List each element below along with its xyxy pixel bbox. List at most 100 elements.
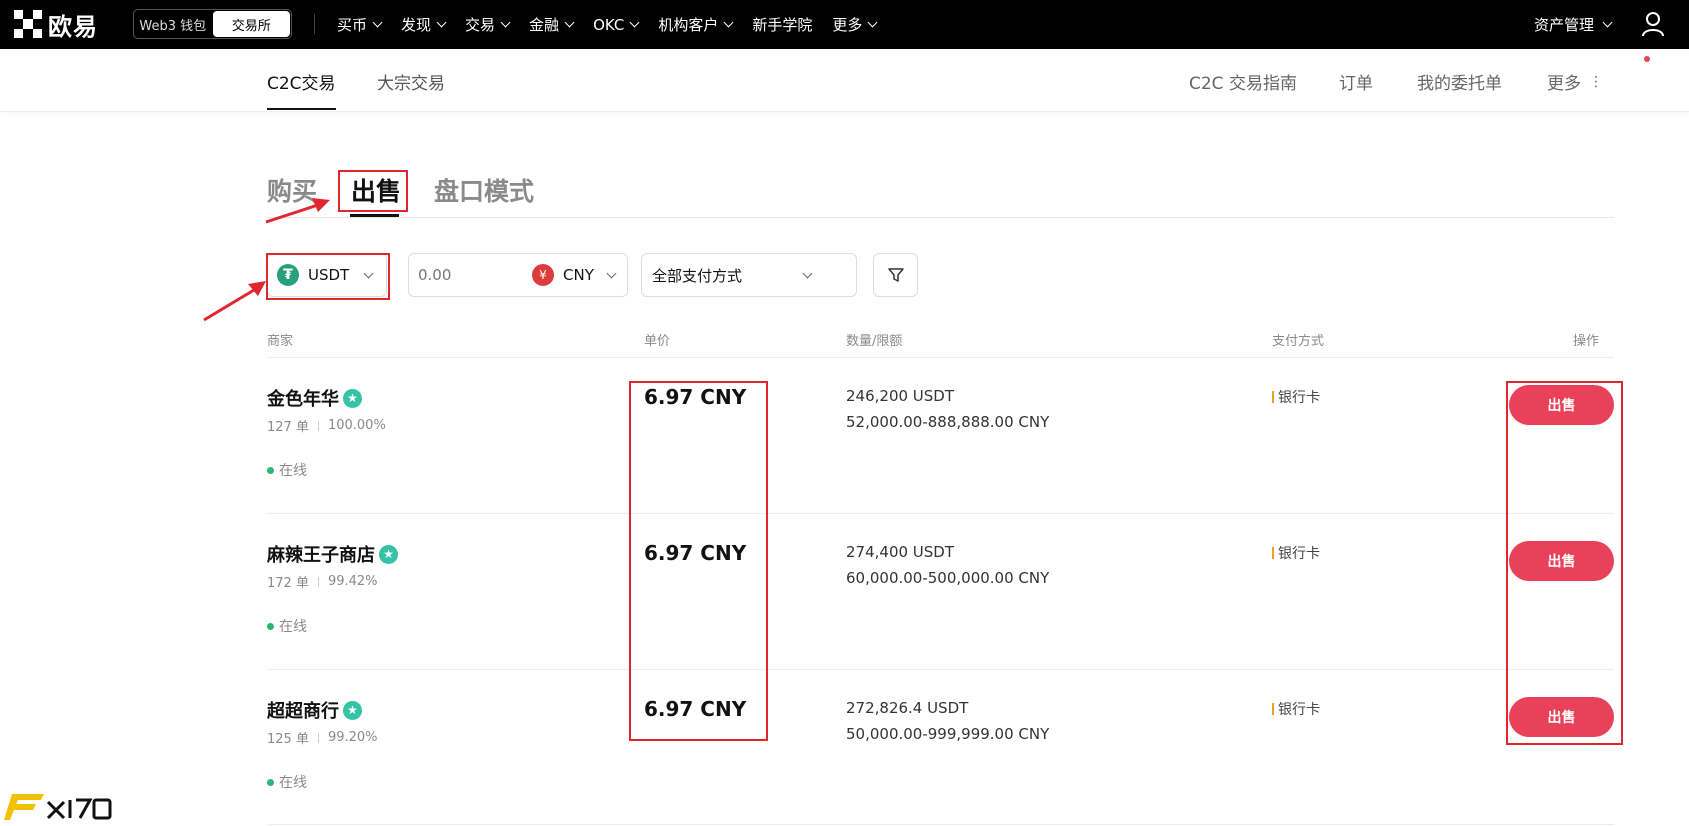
merchant-stats: 127 单 100.00% [267, 416, 386, 435]
annotation-arrow-icon [203, 281, 266, 322]
online-status: 在线 [267, 772, 307, 792]
chevron-down-icon [723, 17, 734, 28]
bank-card-marker-icon [1272, 703, 1274, 715]
chevron-down-icon [867, 17, 878, 28]
merchant-name[interactable]: 金色年华 ★ [267, 385, 362, 411]
nav-finance[interactable]: 金融 [529, 14, 575, 35]
chevron-down-icon [500, 17, 511, 28]
okx-logo[interactable]: 欧易 [14, 10, 98, 41]
completion-rate: 100.00% [327, 418, 386, 433]
bank-card-marker-icon [1272, 391, 1274, 403]
order-limit: 52,000.00-888,888.00 CNY [846, 413, 1050, 431]
row-divider [267, 824, 1614, 825]
fiat-value: CNY [563, 266, 594, 284]
sell-button[interactable]: 出售 [1509, 697, 1614, 737]
web3-wallet-option[interactable]: Web3 钱包 [134, 10, 212, 38]
col-header-merchant: 商家 [267, 334, 294, 349]
chevron-down-icon [436, 17, 447, 28]
bank-card-marker-icon [1272, 547, 1274, 559]
header-divider [267, 357, 1614, 358]
completion-rate: 99.42% [327, 574, 378, 589]
wallet-exchange-switch[interactable]: Web3 钱包 交易所 [133, 9, 292, 39]
merchant-name-label: 金色年华 [267, 389, 339, 410]
more-menu[interactable]: 更多 ⋮ [1547, 69, 1603, 95]
filter-button[interactable] [873, 253, 918, 297]
tab-buy[interactable]: 购买 [267, 172, 317, 208]
my-ads-link[interactable]: 我的委托单 [1417, 69, 1502, 94]
orders-link[interactable]: 订单 [1339, 69, 1373, 94]
more-label: 更多 [1547, 74, 1581, 94]
order-limit: 60,000.00-500,000.00 CNY [846, 569, 1050, 587]
merchant-name-label: 麻辣王子商店 [267, 545, 375, 566]
payment-label: 银行卡 [1278, 390, 1320, 406]
nav-okc[interactable]: OKC [593, 16, 640, 34]
chevron-down-icon [629, 17, 640, 28]
nav-label: 新手学院 [752, 16, 813, 34]
nav-label: 金融 [529, 16, 560, 34]
tab-block-trade[interactable]: 大宗交易 [377, 69, 445, 94]
stats-separator [317, 420, 319, 431]
online-status: 在线 [267, 460, 307, 480]
watermark-logo-icon [4, 794, 112, 820]
verified-star-icon: ★ [343, 700, 362, 720]
col-header-quantity: 数量/限额 [846, 334, 903, 349]
online-dot-icon [267, 622, 274, 630]
asset-management-label: 资产管理 [1534, 16, 1595, 34]
tab-orderbook-mode[interactable]: 盘口模式 [434, 172, 534, 208]
nav-buy-crypto[interactable]: 买币 [337, 14, 383, 35]
asset-management-menu[interactable]: 资产管理 [1534, 0, 1613, 49]
online-dot-icon [267, 778, 274, 786]
nav-label: 机构客户 [658, 16, 719, 34]
fiat-select[interactable]: ¥ CNY [532, 264, 617, 286]
cny-yen-icon: ¥ [532, 264, 554, 286]
chevron-down-icon [363, 268, 374, 278]
sell-button[interactable]: 出售 [1509, 385, 1614, 425]
amount-input[interactable] [418, 266, 518, 284]
c2c-guide-link[interactable]: C2C 交易指南 [1189, 69, 1297, 94]
coin-select[interactable]: ₮ USDT [267, 253, 387, 297]
online-label: 在线 [279, 619, 307, 635]
merchant-name[interactable]: 超超商行 ★ [267, 697, 362, 723]
payment-label: 银行卡 [1278, 702, 1320, 718]
available-quantity: 246,200 USDT [846, 387, 955, 405]
nav-label: 更多 [832, 16, 863, 34]
nav-academy[interactable]: 新手学院 [752, 14, 812, 35]
order-count: 125 单 [267, 732, 309, 747]
col-header-action: 操作 [1573, 334, 1600, 349]
payment-method-value: 全部支付方式 [652, 266, 743, 285]
tab-sell[interactable]: 出售 [351, 172, 401, 208]
col-header-price: 单价 [644, 334, 671, 349]
chevron-down-icon [1602, 17, 1613, 28]
available-quantity: 274,400 USDT [846, 543, 955, 561]
completion-rate: 99.20% [327, 730, 378, 745]
unit-price: 6.97 CNY [644, 541, 747, 565]
nav-label: 发现 [401, 16, 432, 34]
payment-method: 银行卡 [1272, 699, 1320, 719]
verified-star-icon: ★ [343, 388, 362, 408]
payment-method-select[interactable]: 全部支付方式 [641, 253, 857, 297]
chevron-down-icon [606, 268, 617, 278]
col-header-payment: 支付方式 [1272, 334, 1325, 349]
exchange-option[interactable]: 交易所 [212, 11, 290, 37]
chevron-down-icon [802, 268, 813, 278]
tabs-divider [267, 217, 1614, 218]
chevron-down-icon [564, 17, 575, 28]
order-count: 127 单 [267, 420, 309, 435]
tab-c2c-trade[interactable]: C2C交易 [267, 69, 336, 94]
top-navigation-bar: 欧易 Web3 钱包 交易所 买币 发现 交易 金融 OKC 机构客户 新手学院… [0, 0, 1689, 49]
unit-price: 6.97 CNY [644, 697, 747, 721]
payment-method: 银行卡 [1272, 387, 1320, 407]
nav-more[interactable]: 更多 [832, 14, 878, 35]
nav-divider [314, 14, 315, 34]
merchant-name-label: 超超商行 [267, 701, 339, 722]
nav-label: 交易 [465, 16, 496, 34]
nav-trade[interactable]: 交易 [465, 14, 511, 35]
nav-discover[interactable]: 发现 [401, 14, 447, 35]
sell-button[interactable]: 出售 [1509, 541, 1614, 581]
user-icon[interactable] [1641, 11, 1665, 37]
nav-label: 买币 [337, 16, 368, 34]
merchant-name[interactable]: 麻辣王子商店 ★ [267, 541, 398, 567]
active-subtab-indicator [267, 108, 336, 110]
usdt-tether-icon: ₮ [277, 264, 299, 286]
nav-institutional[interactable]: 机构客户 [658, 14, 734, 35]
